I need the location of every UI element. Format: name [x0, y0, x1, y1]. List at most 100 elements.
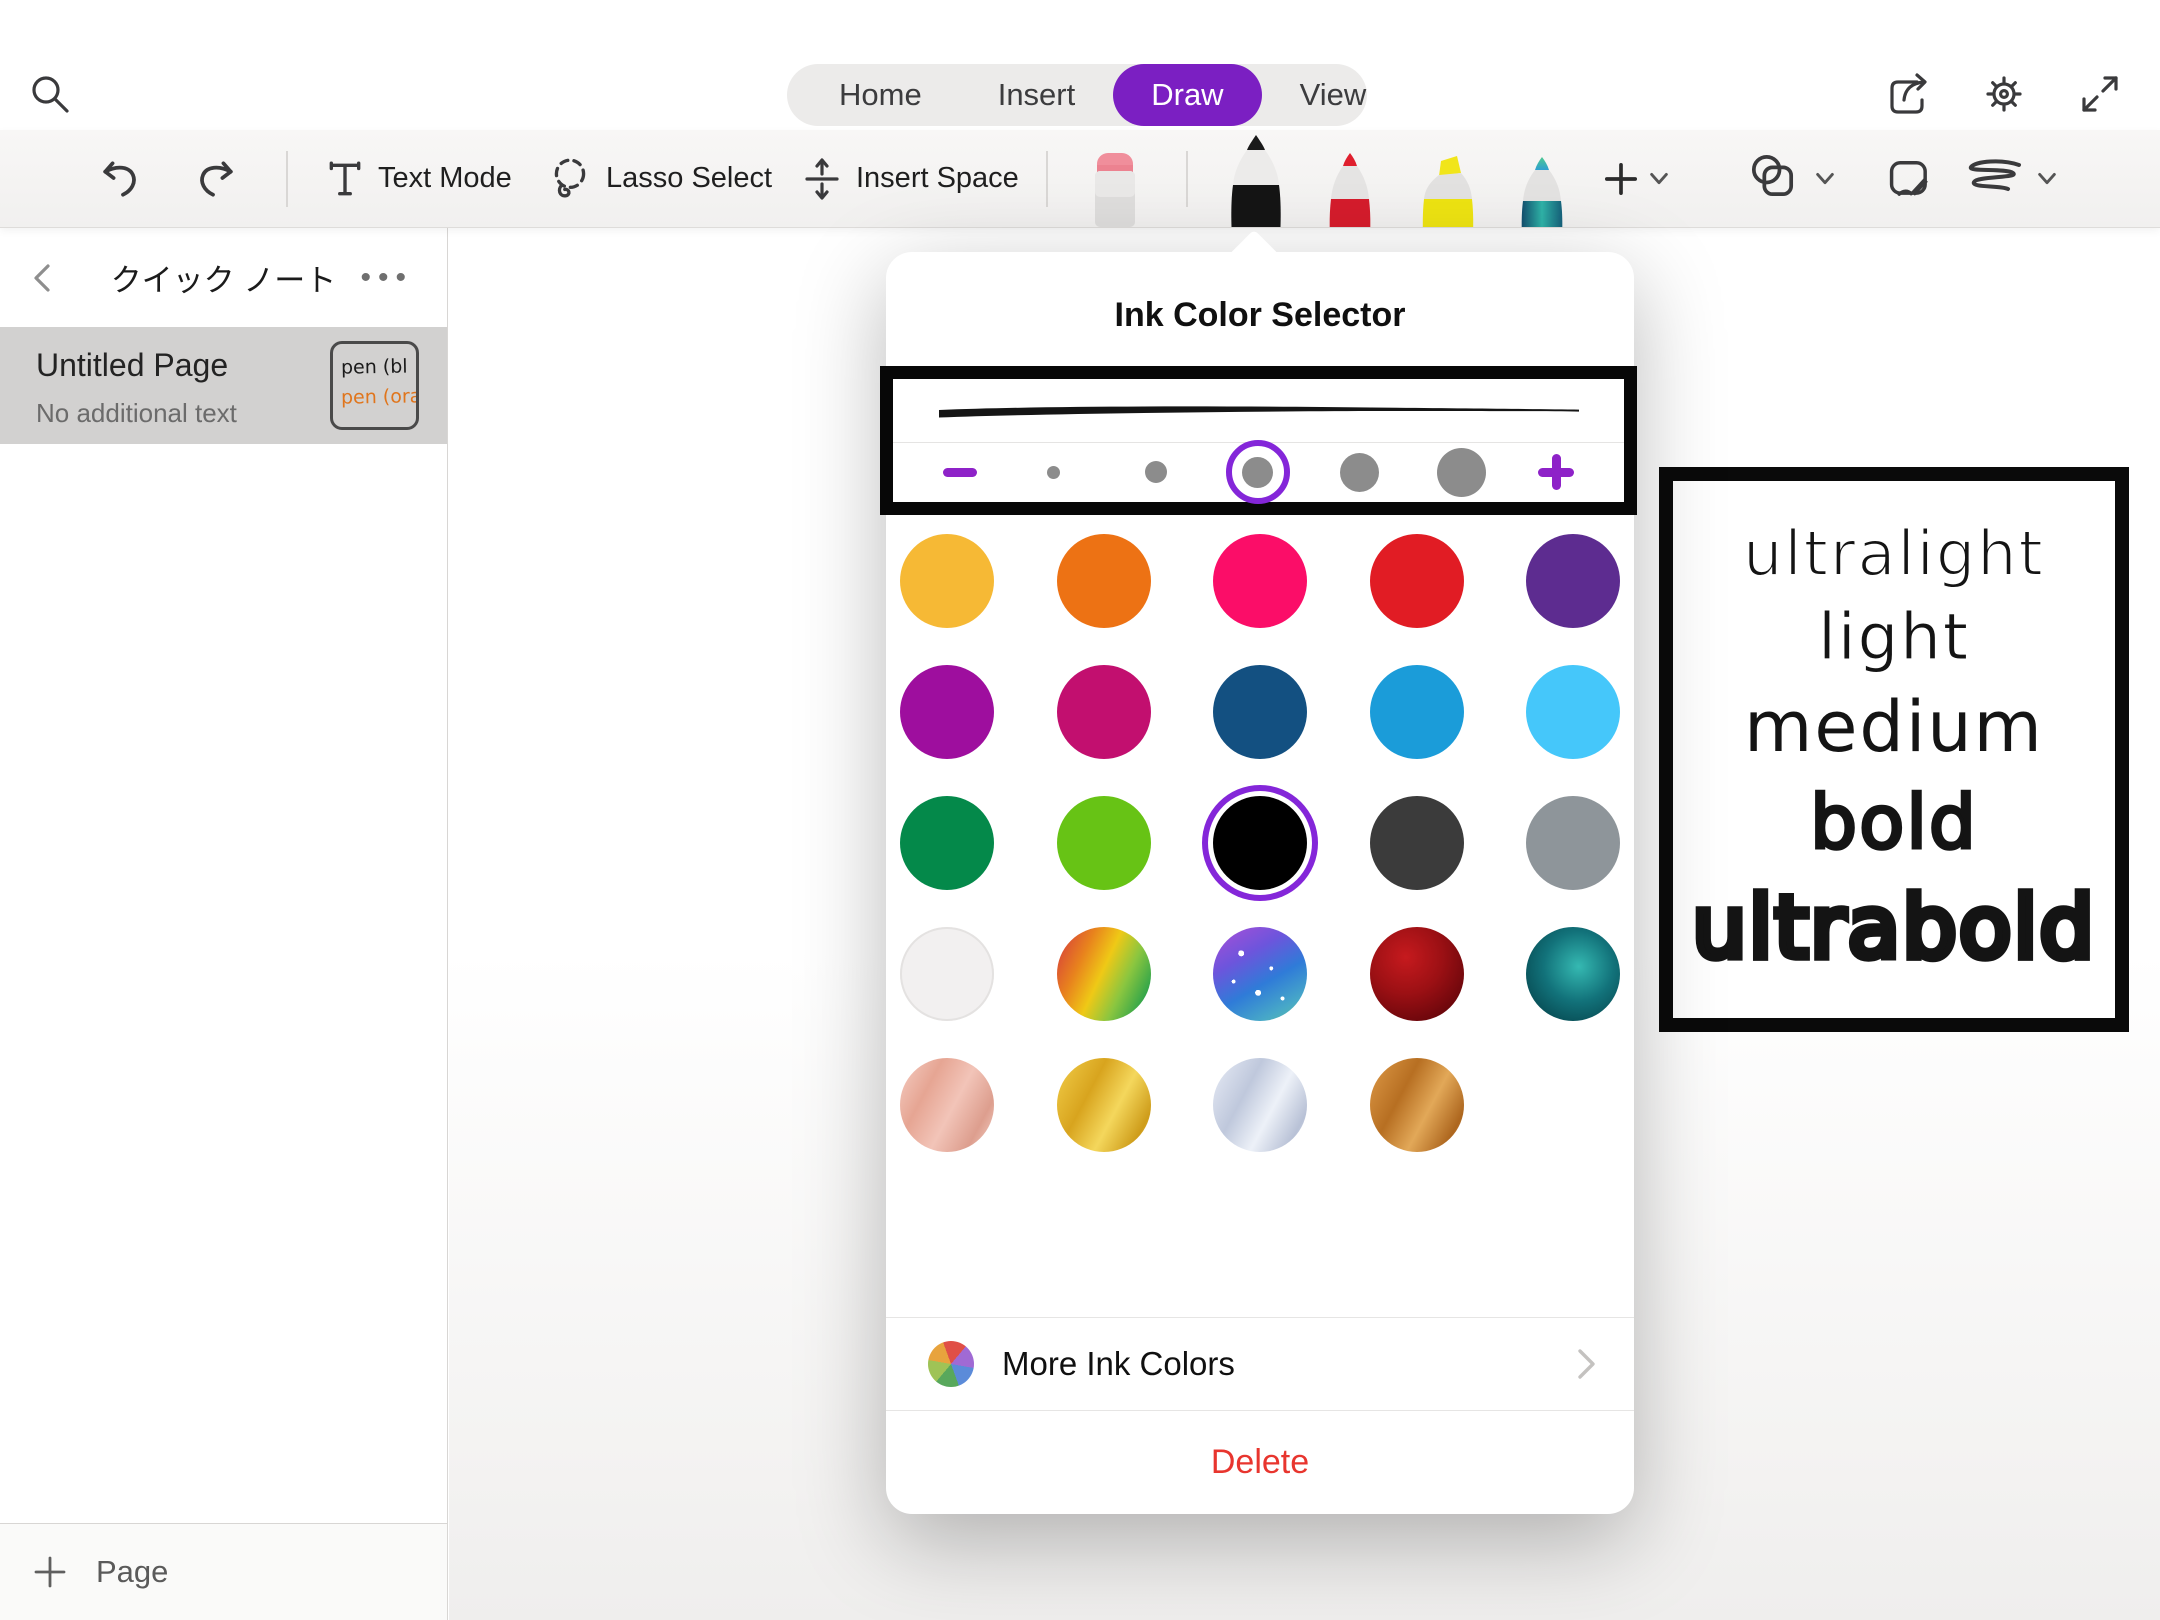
add-page-button[interactable]: Page	[0, 1523, 447, 1620]
settings-icon[interactable]	[1980, 70, 2028, 118]
pen-red[interactable]	[1318, 149, 1382, 227]
swatch-rainbow-glitter[interactable]	[1057, 927, 1151, 1021]
stroke-width-preview	[893, 379, 1624, 443]
swatch-violet[interactable]	[900, 665, 994, 759]
add-page-label: Page	[96, 1554, 168, 1590]
toolbar-divider	[1186, 151, 1188, 207]
stroke-width-annotation-box	[880, 366, 1637, 515]
swatch-raspberry[interactable]	[1057, 665, 1151, 759]
shapes-button[interactable]	[1748, 151, 1836, 207]
swatch-white[interactable]	[900, 927, 994, 1021]
lasso-select-button[interactable]: Lasso Select	[548, 156, 772, 202]
tab-bar: HomeInsertDrawView	[787, 64, 1367, 126]
tab-insert[interactable]: Insert	[960, 64, 1114, 126]
size-dot-mark	[1047, 466, 1060, 479]
toolbar-divider	[1046, 151, 1048, 207]
tab-home[interactable]: Home	[801, 64, 960, 126]
swatch-black[interactable]	[1213, 796, 1307, 890]
swatch-dark-gray[interactable]	[1370, 796, 1464, 890]
swatch-teal-marble[interactable]	[1526, 927, 1620, 1021]
share-icon[interactable]	[1884, 70, 1932, 118]
size-dot-mark	[1145, 461, 1167, 483]
plus-icon	[32, 1554, 68, 1590]
handwriting-ultrabold: ultrabold	[1692, 873, 2096, 985]
swatch-pink[interactable]	[1213, 534, 1307, 628]
color-wheel-icon	[928, 1341, 974, 1387]
delete-label: Delete	[1211, 1443, 1309, 1482]
highlighter-yellow[interactable]	[1408, 149, 1488, 227]
swatch-gray[interactable]	[1526, 796, 1620, 890]
lasso-icon	[548, 156, 592, 202]
redo-icon[interactable]	[190, 156, 236, 202]
lasso-select-label: Lasso Select	[606, 162, 772, 195]
page-list-item-selected[interactable]: Untitled Page No additional text pen (bl…	[0, 327, 447, 444]
size-decrease-button[interactable]	[943, 468, 977, 477]
text-mode-label: Text Mode	[378, 162, 512, 195]
insert-space-label: Insert Space	[856, 162, 1019, 195]
swatch-silver[interactable]	[1213, 1058, 1307, 1152]
more-ink-colors-label: More Ink Colors	[1002, 1345, 1235, 1383]
text-mode-icon	[326, 159, 364, 199]
onenote-window: HomeInsertDrawView	[0, 0, 2160, 1620]
swatch-red[interactable]	[1370, 534, 1464, 628]
handwriting-medium: medium	[1744, 682, 2044, 773]
size-dot-4[interactable]	[1328, 440, 1392, 504]
chevron-down-icon	[1814, 171, 1836, 187]
size-dots	[1022, 440, 1494, 504]
add-pen-button[interactable]	[1604, 162, 1670, 196]
swatch-blue[interactable]	[1370, 665, 1464, 759]
handwriting-bold: bold	[1810, 775, 1978, 871]
stroke-size-control	[893, 443, 1624, 501]
expand-icon[interactable]	[2076, 70, 2124, 118]
handwriting-light: light	[1818, 597, 1970, 680]
ink-color-grid	[900, 534, 1620, 1152]
top-bar: HomeInsertDrawView	[0, 0, 2160, 130]
insert-space-button[interactable]: Insert Space	[802, 157, 1019, 201]
swatch-light-blue[interactable]	[1526, 665, 1620, 759]
pen-teal[interactable]	[1510, 153, 1574, 227]
swatch-yellow[interactable]	[900, 534, 994, 628]
size-dot-2[interactable]	[1124, 440, 1188, 504]
swatch-gold[interactable]	[1057, 1058, 1151, 1152]
size-dot-mark	[1437, 448, 1486, 497]
size-dot-5[interactable]	[1430, 440, 1494, 504]
chevron-right-icon	[1574, 1347, 1600, 1381]
size-increase-button[interactable]	[1538, 454, 1574, 490]
text-mode-button[interactable]: Text Mode	[326, 159, 512, 199]
chevron-left-icon[interactable]	[26, 261, 60, 295]
delete-pen-button[interactable]: Delete	[886, 1410, 1634, 1514]
swatch-light-green[interactable]	[1057, 796, 1151, 890]
ellipsis-icon[interactable]: •••	[360, 261, 413, 295]
swatch-orange[interactable]	[1057, 534, 1151, 628]
swatch-navy-blue[interactable]	[1213, 665, 1307, 759]
size-dot-3[interactable]	[1226, 440, 1290, 504]
page-thumbnail: pen (blpen (ora	[330, 341, 419, 430]
stroke-weight-samples-box: ultralightlightmediumboldultrabold	[1659, 467, 2129, 1032]
size-dot-1[interactable]	[1022, 440, 1086, 504]
swatch-bronze[interactable]	[1370, 1058, 1464, 1152]
popup-title: Ink Color Selector	[886, 296, 1634, 335]
size-dot-mark	[1340, 453, 1379, 492]
search-icon[interactable]	[26, 70, 74, 118]
page-sidebar: クイック ノート ••• Untitled Page No additional…	[0, 228, 448, 1620]
size-dot-mark	[1242, 457, 1273, 488]
sidebar-header: クイック ノート •••	[0, 228, 447, 327]
ink-scribble-button[interactable]	[1964, 157, 2058, 201]
thumbnail-ink-line: pen (ora	[341, 381, 417, 412]
swatch-rose-gold[interactable]	[900, 1058, 994, 1152]
pen-black-selected[interactable]	[1216, 133, 1296, 227]
toolbar-divider	[286, 151, 288, 207]
eraser-tool[interactable]	[1084, 149, 1146, 227]
chevron-down-icon	[1648, 171, 1670, 187]
ink-note-button[interactable]	[1884, 153, 1936, 205]
handwriting-ultralight: ultralight	[1743, 514, 2045, 595]
swatch-green[interactable]	[900, 796, 994, 890]
tab-view[interactable]: View	[1262, 64, 1405, 126]
swatch-red-marble[interactable]	[1370, 927, 1464, 1021]
more-ink-colors-button[interactable]: More Ink Colors	[886, 1317, 1634, 1410]
undo-icon[interactable]	[100, 156, 146, 202]
tab-draw[interactable]: Draw	[1113, 64, 1261, 126]
swatch-dark-purple[interactable]	[1526, 534, 1620, 628]
thumbnail-ink-line: pen (bl	[341, 351, 417, 382]
swatch-galaxy[interactable]	[1213, 927, 1307, 1021]
